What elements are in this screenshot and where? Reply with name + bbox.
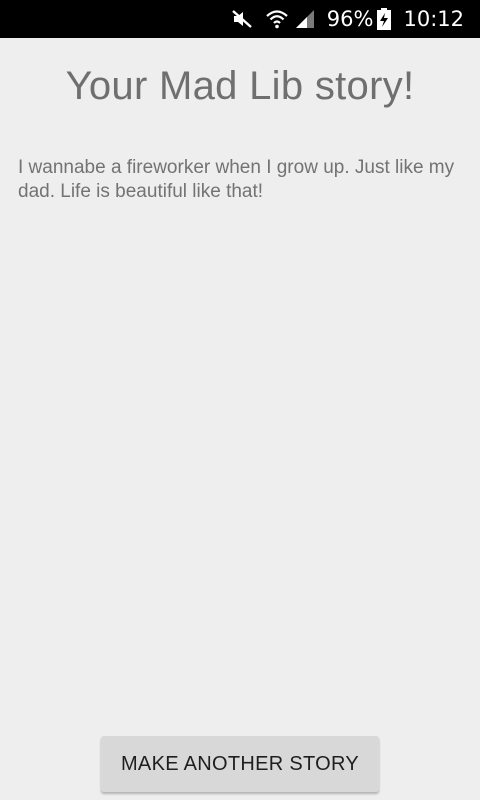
mute-icon [231, 8, 253, 30]
battery-percentage: 96% [326, 7, 374, 31]
page-title: Your Mad Lib story! [65, 64, 415, 108]
wifi-icon [265, 8, 289, 30]
story-screen: Your Mad Lib story! I wannabe a firework… [0, 38, 480, 800]
story-text: I wannabe a fireworker when I grow up. J… [18, 157, 455, 202]
battery-charging-icon [377, 8, 392, 30]
status-bar: 96% 10:12 [0, 0, 480, 38]
make-another-story-button[interactable]: MAKE ANOTHER STORY [101, 736, 379, 792]
status-time: 10:12 [403, 7, 464, 31]
signal-icon [295, 9, 315, 29]
